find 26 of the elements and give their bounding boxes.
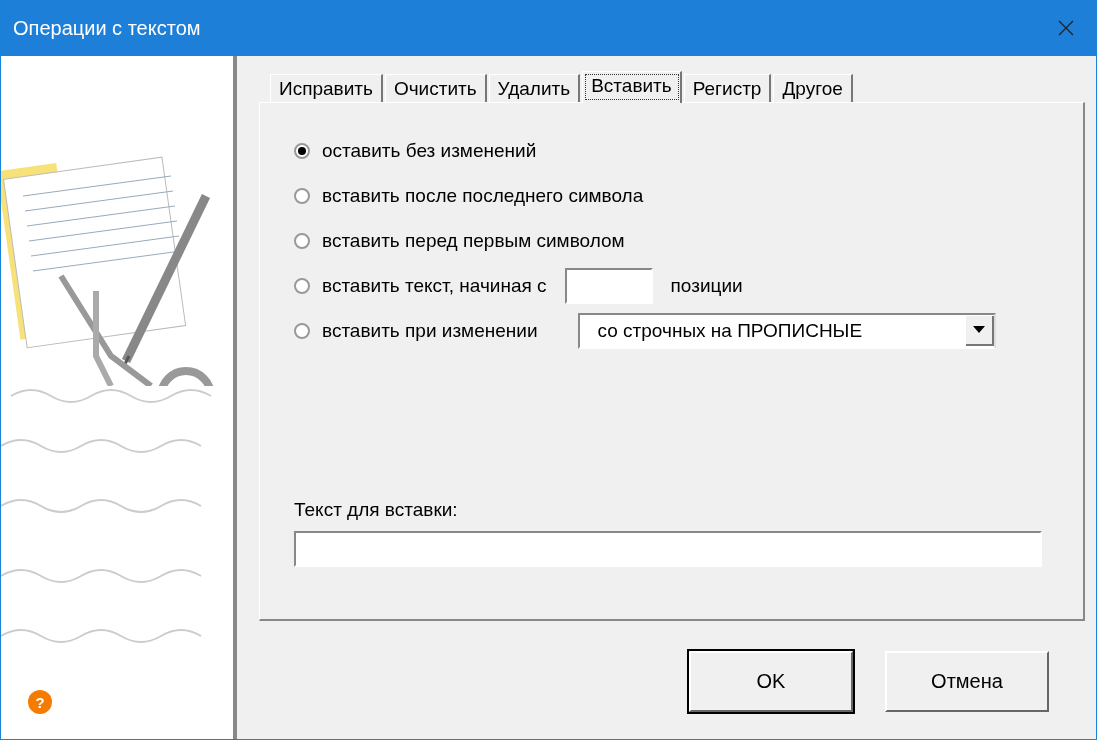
option-label: вставить перед первым символом [322, 229, 625, 252]
option-label: вставить при изменении [322, 319, 538, 342]
tab[interactable]: Очистить [384, 74, 487, 102]
case-dropdown[interactable]: со строчных на ПРОПИСНЫЕ [577, 312, 996, 349]
tab[interactable]: Другое [773, 74, 853, 102]
close-icon[interactable] [1058, 20, 1074, 36]
field-label: Текст для вставки: [294, 499, 459, 521]
radio-button[interactable] [294, 142, 310, 159]
option-label: оставить без изменений [322, 139, 537, 162]
tab[interactable]: Исправить [270, 74, 383, 102]
radio-button[interactable] [294, 322, 310, 339]
cancel-button[interactable]: Отмена [885, 651, 1049, 712]
window-title: Операции с текстом [13, 16, 201, 40]
radio-button[interactable] [294, 232, 310, 249]
option-label: вставить текст, начиная с [322, 274, 547, 297]
tab[interactable]: Регистр [683, 74, 772, 102]
ok-button[interactable]: OK [689, 651, 853, 712]
position-field[interactable] [564, 267, 653, 304]
option-label: вставить после последнего символа [322, 184, 644, 207]
tab[interactable]: Удалить [488, 74, 581, 102]
dropdown-arrow-icon [972, 326, 985, 333]
tab[interactable]: Вставить [582, 71, 682, 103]
option-label: позиции [670, 274, 743, 297]
radio-button[interactable] [294, 277, 310, 294]
insert-text-field[interactable] [294, 531, 1042, 567]
radio-button[interactable] [294, 187, 310, 204]
